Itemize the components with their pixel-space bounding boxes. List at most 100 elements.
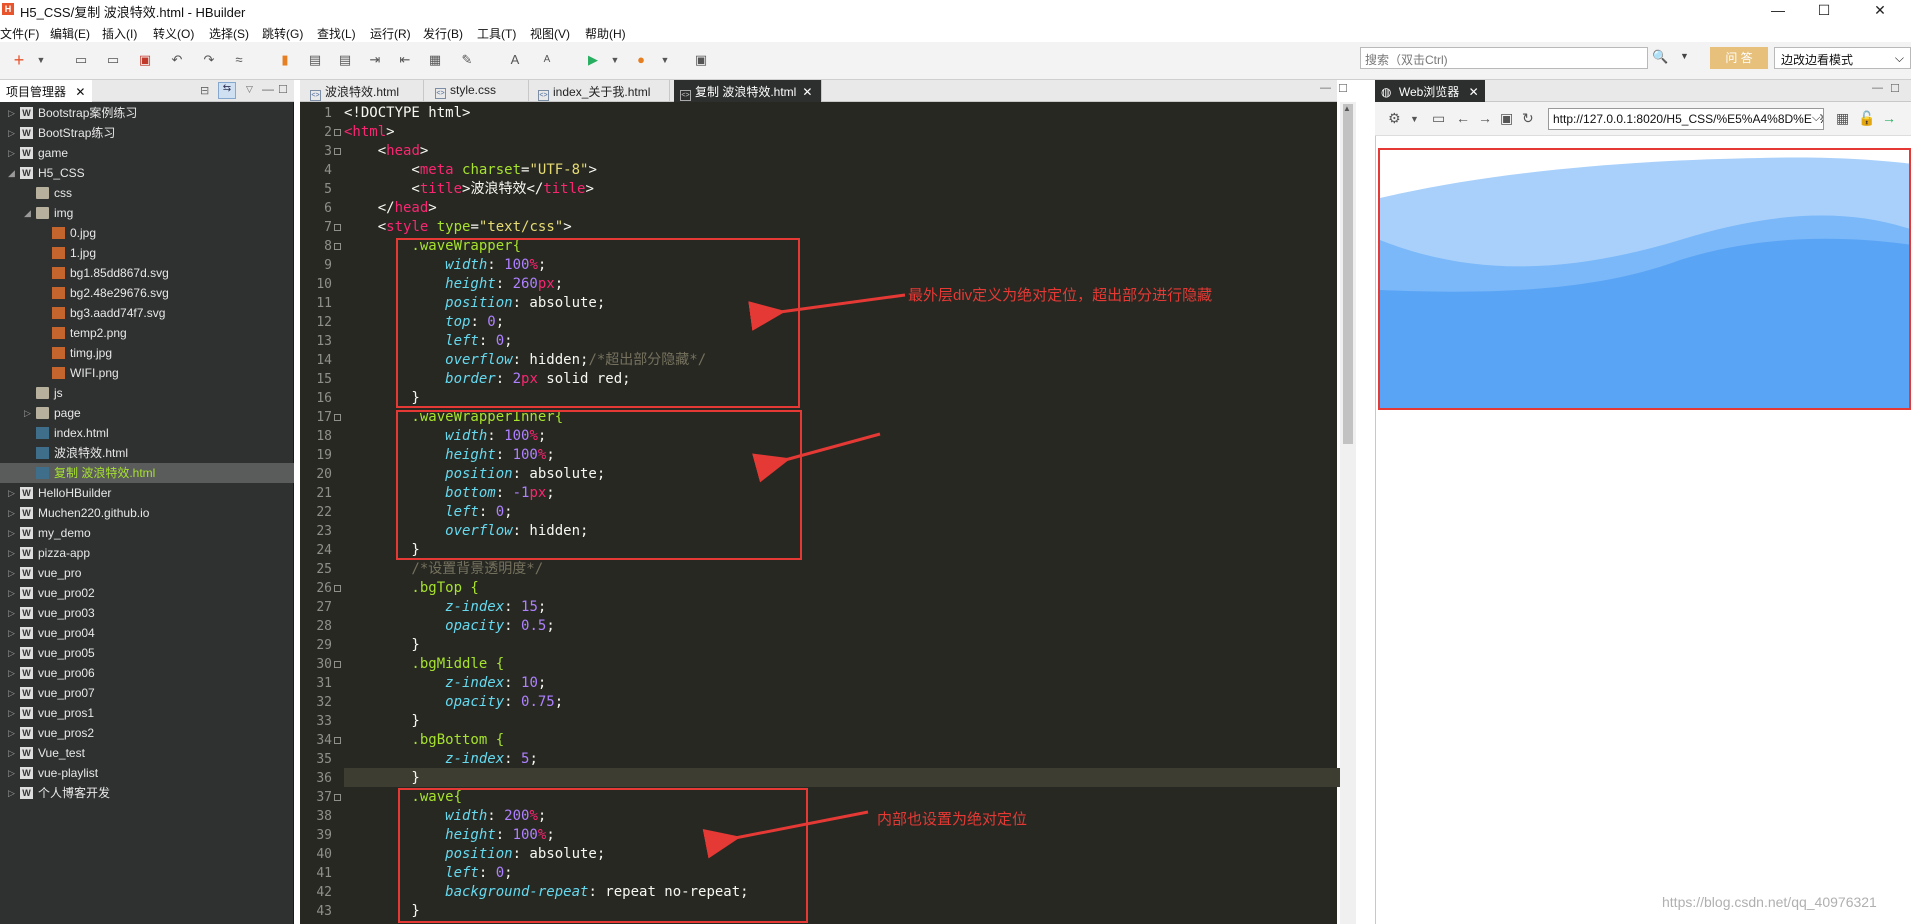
font-increase-icon[interactable]: A <box>506 51 524 69</box>
expand-arrow-icon[interactable]: ▷ <box>8 123 15 143</box>
tree-item[interactable]: ▷ Wvue_pro03 <box>0 603 294 623</box>
search-icon[interactable]: 🔍 <box>1652 49 1668 65</box>
close-icon[interactable]: ✕ <box>1469 85 1479 99</box>
firefox-icon[interactable]: ● <box>632 51 650 69</box>
font-decrease-icon[interactable]: A <box>538 51 556 69</box>
menu-item[interactable]: 插入(I) <box>102 25 137 42</box>
fold-icon[interactable] <box>334 414 341 421</box>
expand-arrow-icon[interactable]: ▷ <box>8 143 15 163</box>
collapse-all-icon[interactable]: ⊟ <box>200 84 209 97</box>
menu-item[interactable]: 编辑(E) <box>50 25 90 42</box>
qrcode-icon[interactable]: ▦ <box>1836 110 1849 127</box>
expand-arrow-icon[interactable]: ▷ <box>8 643 15 663</box>
close-icon[interactable]: ✕ <box>802 85 812 99</box>
go-arrow-icon[interactable]: → <box>1882 110 1896 126</box>
expand-arrow-icon[interactable]: ▷ <box>8 683 15 703</box>
close-file-icon[interactable]: ▣ <box>136 51 154 69</box>
tree-item[interactable]: index.html <box>0 423 294 443</box>
copy-file-icon[interactable]: ▤ <box>336 51 354 69</box>
tree-item[interactable]: ▷ W Vue_test <box>0 743 294 763</box>
minimize-browser-icon[interactable]: — <box>1872 82 1883 94</box>
run-dropdown-icon[interactable]: ▼ <box>606 51 624 69</box>
tree-item[interactable]: 0.jpg <box>0 223 294 243</box>
tree-item[interactable]: bg3.aadd74f7.svg <box>0 303 294 323</box>
fold-icon[interactable] <box>334 243 341 250</box>
preview-icon[interactable]: ▦ <box>426 51 444 69</box>
menu-item[interactable]: 工具(T) <box>477 25 516 42</box>
tree-item[interactable]: ▷ page <box>0 403 294 423</box>
fold-icon[interactable] <box>334 737 341 744</box>
fold-icon[interactable] <box>334 585 341 592</box>
back-arrow-icon[interactable]: ← <box>1456 110 1470 126</box>
settings-dropdown-icon[interactable]: ▼ <box>1410 114 1419 124</box>
tree-item[interactable]: 1.jpg <box>0 243 294 263</box>
refresh-icon[interactable]: ↻ <box>1522 110 1534 127</box>
open-file-icon[interactable]: ▤ <box>306 51 324 69</box>
menu-item[interactable]: 帮助(H) <box>585 25 626 42</box>
tree-item[interactable]: ▷ W BootStrap练习 <box>0 123 294 143</box>
url-dropdown-icon[interactable]: ⌵ <box>1812 112 1821 125</box>
tree-item[interactable]: temp2.png <box>0 323 294 343</box>
run-icon[interactable]: ▶ <box>584 51 602 69</box>
browser-dropdown-icon[interactable]: ▼ <box>656 51 674 69</box>
tree-item[interactable]: css <box>0 183 294 203</box>
undo-icon[interactable]: ↶ <box>168 51 186 69</box>
tree-item[interactable]: 复制 波浪特效.html <box>0 463 294 483</box>
editor-tab[interactable]: <> 复制 波浪特效.html ✕ <box>674 80 822 102</box>
stop-icon[interactable]: ▣ <box>1500 110 1513 127</box>
tree-item[interactable]: ▷ Wvue_pro02 <box>0 583 294 603</box>
tree-item[interactable]: ▷ W Muchen220.github.io <box>0 503 294 523</box>
expand-arrow-icon[interactable]: ▷ <box>8 783 15 803</box>
tree-item[interactable]: ◢ img <box>0 203 294 223</box>
link-editor-icon[interactable]: ⇆ <box>218 82 236 99</box>
collapse-arrow-icon[interactable]: ◢ <box>24 203 31 223</box>
expand-arrow-icon[interactable]: ▷ <box>8 583 15 603</box>
search-dropdown-icon[interactable]: ▼ <box>1680 51 1689 61</box>
fold-icon[interactable] <box>334 794 341 801</box>
tree-item[interactable]: ▷ Wvue_pro05 <box>0 643 294 663</box>
expand-arrow-icon[interactable]: ▷ <box>8 503 15 523</box>
ask-button[interactable]: 问 答 <box>1710 47 1768 69</box>
editor-tab[interactable]: <> style.css <box>429 80 529 102</box>
tree-item[interactable]: timg.jpg <box>0 343 294 363</box>
redo-icon[interactable]: ↷ <box>200 51 218 69</box>
maximize-panel-icon[interactable]: ☐ <box>278 83 288 96</box>
url-input[interactable]: http://127.0.0.1:8020/H5_CSS/%E5%A4%8D%E… <box>1548 108 1824 130</box>
format-icon[interactable]: ≈ <box>230 51 248 69</box>
tree-item[interactable]: ◢ W H5_CSS <box>0 163 294 183</box>
tree-item[interactable]: ▷ W HelloHBuilder <box>0 483 294 503</box>
goto-icon[interactable]: ⇥ <box>366 51 384 69</box>
fold-icon[interactable] <box>334 661 341 668</box>
tree-item[interactable]: ▷ Wvue_pro <box>0 563 294 583</box>
close-icon[interactable]: ✕ <box>75 85 85 99</box>
tree-item[interactable]: ▷ Wvue_pro06 <box>0 663 294 683</box>
minimize-button[interactable]: — <box>1755 0 1801 22</box>
tab-project-manager[interactable]: 项目管理器 ✕ <box>0 80 92 102</box>
menu-item[interactable]: 转义(O) <box>153 25 194 42</box>
tree-item[interactable]: ▷ Wpizza-app <box>0 543 294 563</box>
close-window-button[interactable]: ✕ <box>1857 0 1903 22</box>
maximize-button[interactable]: ☐ <box>1801 0 1847 22</box>
scroll-up-icon[interactable]: ▲ <box>1343 104 1351 113</box>
edit-icon[interactable]: ✎ <box>458 51 476 69</box>
tree-item[interactable]: ▷ W 个人博客开发 <box>0 783 294 803</box>
expand-arrow-icon[interactable]: ▷ <box>8 663 15 683</box>
tree-item[interactable]: WIFI.png <box>0 363 294 383</box>
tree-item[interactable]: ▷ Wvue_pros2 <box>0 723 294 743</box>
bookmark-icon[interactable]: ▮ <box>276 51 294 69</box>
expand-arrow-icon[interactable]: ▷ <box>8 563 15 583</box>
fold-icon[interactable] <box>334 224 341 231</box>
console-icon[interactable]: ▣ <box>692 51 710 69</box>
tree-item[interactable]: ▷ Wvue_pro04 <box>0 623 294 643</box>
expand-arrow-icon[interactable]: ▷ <box>8 763 15 783</box>
maximize-browser-icon[interactable]: ☐ <box>1890 82 1900 95</box>
tab-web-browser[interactable]: ◍ Web浏览器 ✕ <box>1375 80 1485 102</box>
view-menu-icon[interactable]: ▽ <box>246 84 253 95</box>
expand-arrow-icon[interactable]: ▷ <box>8 743 15 763</box>
new-dropdown-icon[interactable]: ▼ <box>32 51 50 69</box>
fold-icon[interactable] <box>334 148 341 155</box>
expand-arrow-icon[interactable]: ▷ <box>8 603 15 623</box>
expand-arrow-icon[interactable]: ▷ <box>8 523 15 543</box>
tree-item[interactable]: bg2.48e29676.svg <box>0 283 294 303</box>
editor-tab[interactable]: <> 波浪特效.html <box>304 80 424 102</box>
